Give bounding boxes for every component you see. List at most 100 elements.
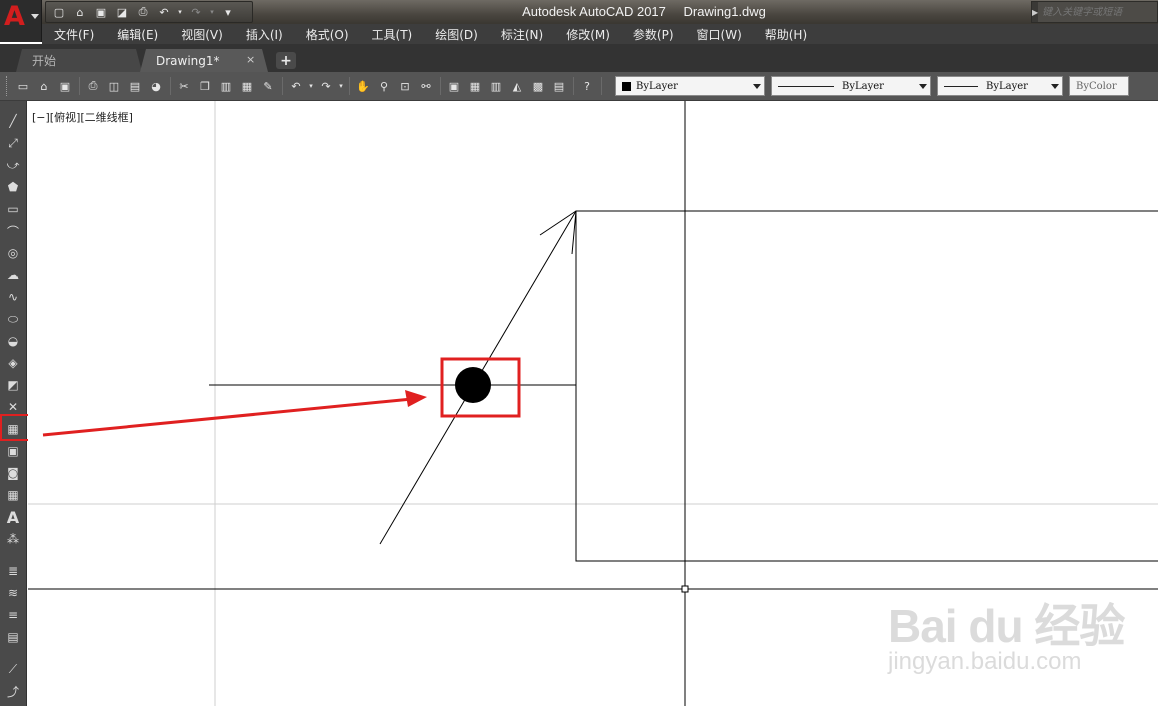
search-box: ▶	[1031, 1, 1158, 23]
redo-icon[interactable]: ↷	[316, 76, 336, 96]
menu-view[interactable]: 视图(V)	[181, 26, 223, 43]
tab-start[interactable]: 开始	[16, 49, 142, 72]
polyline-icon[interactable]: ⤻	[3, 155, 23, 175]
zoom-window-icon[interactable]: ⊡	[395, 76, 415, 96]
lineweight-value: ByLayer	[986, 80, 1028, 92]
application-menu-button[interactable]: A	[0, 0, 42, 42]
tab-start-label: 开始	[32, 54, 57, 68]
lineweight-sample	[944, 85, 978, 87]
layer-previous-icon[interactable]: ≡	[3, 605, 23, 625]
tab-drawing1[interactable]: Drawing1* ×	[140, 49, 268, 72]
annotation-arrow-line	[42, 397, 413, 437]
gradient-icon[interactable]: ▣	[3, 441, 23, 461]
polyline-edit-icon[interactable]: ⟋	[3, 659, 23, 679]
drawing-canvas[interactable]: [−][俯视][二维线框]	[28, 101, 1158, 706]
menu-help[interactable]: 帮助(H)	[765, 26, 807, 43]
construction-line-icon[interactable]: ⤢	[3, 133, 23, 153]
region-icon[interactable]: ◙	[3, 463, 23, 483]
drawing-area[interactable]	[28, 101, 1158, 706]
properties-icon[interactable]: ▣	[444, 76, 464, 96]
crosshair-pickbox	[681, 585, 689, 593]
search-input[interactable]	[1038, 2, 1158, 22]
divider	[601, 77, 602, 95]
multiline-text-icon[interactable]: A	[3, 507, 23, 527]
linetype-value: ByLayer	[842, 80, 884, 92]
chevron-down-icon	[1051, 84, 1059, 89]
arc-icon[interactable]: ⌒	[3, 221, 23, 241]
polygon-icon[interactable]: ⬟	[3, 177, 23, 197]
title-bar: ▢ ⌂ ▣ ◪ ⎙ ↶ ▾ ↷ ▾ ▾ Autodesk AutoCAD 201…	[0, 0, 1158, 24]
plot-preview-icon[interactable]: ◫	[104, 76, 124, 96]
plot-icon[interactable]: ⎙	[83, 76, 103, 96]
design-center-icon[interactable]: ▦	[465, 76, 485, 96]
redo-dropdown-icon[interactable]: ▾	[337, 76, 345, 96]
undo-dropdown-icon[interactable]: ▾	[307, 76, 315, 96]
filled-dot	[455, 367, 491, 403]
open-icon[interactable]: ⌂	[34, 76, 54, 96]
app-name: Autodesk AutoCAD 2017	[522, 4, 666, 19]
layer-color-value: ByLayer	[636, 80, 678, 92]
chevron-down-icon	[753, 84, 761, 89]
rectangle-icon[interactable]: ▭	[3, 199, 23, 219]
match-properties-icon[interactable]: ✎	[258, 76, 278, 96]
divider	[79, 77, 80, 95]
layer-properties-icon[interactable]: ≣	[3, 561, 23, 581]
paste-block-icon[interactable]: ▦	[237, 76, 257, 96]
ellipse-icon[interactable]: ⬭	[3, 309, 23, 329]
help-icon[interactable]: ?	[577, 76, 597, 96]
make-block-icon[interactable]: ◩	[3, 375, 23, 395]
markup-icon[interactable]: ▩	[528, 76, 548, 96]
menu-modify[interactable]: 修改(M)	[566, 26, 610, 43]
toolbar-grip[interactable]	[6, 76, 9, 96]
save-icon[interactable]: ▣	[55, 76, 75, 96]
sheet-set-icon[interactable]: ◭	[507, 76, 527, 96]
zoom-realtime-icon[interactable]: ⚲	[374, 76, 394, 96]
new-icon[interactable]: ▭	[13, 76, 33, 96]
plot-style-value: ByColor	[1076, 80, 1117, 92]
new-tab-button[interactable]: +	[276, 52, 296, 69]
layer-color-dropdown[interactable]: ByLayer	[615, 76, 765, 96]
cut-icon[interactable]: ✂	[174, 76, 194, 96]
add-selected-icon[interactable]: ⁂	[3, 529, 23, 549]
plot-style-dropdown[interactable]: ByColor	[1069, 76, 1129, 96]
copy-icon[interactable]: ❐	[195, 76, 215, 96]
menu-parametric[interactable]: 参数(P)	[633, 26, 674, 43]
undo-icon[interactable]: ↶	[286, 76, 306, 96]
3d-print-icon[interactable]: ◕	[146, 76, 166, 96]
spline-icon[interactable]: ∿	[3, 287, 23, 307]
menu-bar: 文件(F) 编辑(E) 视图(V) 插入(I) 格式(O) 工具(T) 绘图(D…	[42, 24, 1158, 44]
chevron-down-icon	[31, 14, 39, 19]
line-icon[interactable]: ╱	[3, 111, 23, 131]
ellipse-arc-icon[interactable]: ◒	[3, 331, 23, 351]
close-icon[interactable]: ×	[246, 53, 255, 66]
menu-edit[interactable]: 编辑(E)	[117, 26, 158, 43]
rectangle-outline	[575, 210, 1158, 562]
multileader-icon[interactable]: ⤴	[3, 681, 23, 701]
menu-format[interactable]: 格式(O)	[306, 26, 349, 43]
color-swatch	[622, 81, 631, 91]
layer-state-icon[interactable]: ≋	[3, 583, 23, 603]
file-tabs-bar: 开始 Drawing1* × +	[0, 44, 1158, 72]
file-name: Drawing1.dwg	[683, 4, 766, 19]
tool-palettes-icon[interactable]: ▥	[486, 76, 506, 96]
table-icon[interactable]: ▦	[3, 485, 23, 505]
menu-file[interactable]: 文件(F)	[54, 26, 94, 43]
arrowhead-left	[539, 210, 577, 236]
paste-icon[interactable]: ▥	[216, 76, 236, 96]
menu-window[interactable]: 窗口(W)	[697, 26, 742, 43]
publish-icon[interactable]: ▤	[125, 76, 145, 96]
insert-block-icon[interactable]: ◈	[3, 353, 23, 373]
divider	[573, 77, 574, 95]
menu-insert[interactable]: 插入(I)	[246, 26, 283, 43]
menu-draw[interactable]: 绘图(D)	[435, 26, 478, 43]
circle-icon[interactable]: ◎	[3, 243, 23, 263]
layer-isolate-icon[interactable]: ▤	[3, 627, 23, 647]
pan-icon[interactable]: ✋	[353, 76, 373, 96]
revision-cloud-icon[interactable]: ☁	[3, 265, 23, 285]
lineweight-dropdown[interactable]: ByLayer	[937, 76, 1063, 96]
linetype-dropdown[interactable]: ByLayer	[771, 76, 931, 96]
quickcalc-icon[interactable]: ▤	[549, 76, 569, 96]
zoom-previous-icon[interactable]: ⚯	[416, 76, 436, 96]
menu-dimension[interactable]: 标注(N)	[501, 26, 543, 43]
menu-tools[interactable]: 工具(T)	[372, 26, 413, 43]
